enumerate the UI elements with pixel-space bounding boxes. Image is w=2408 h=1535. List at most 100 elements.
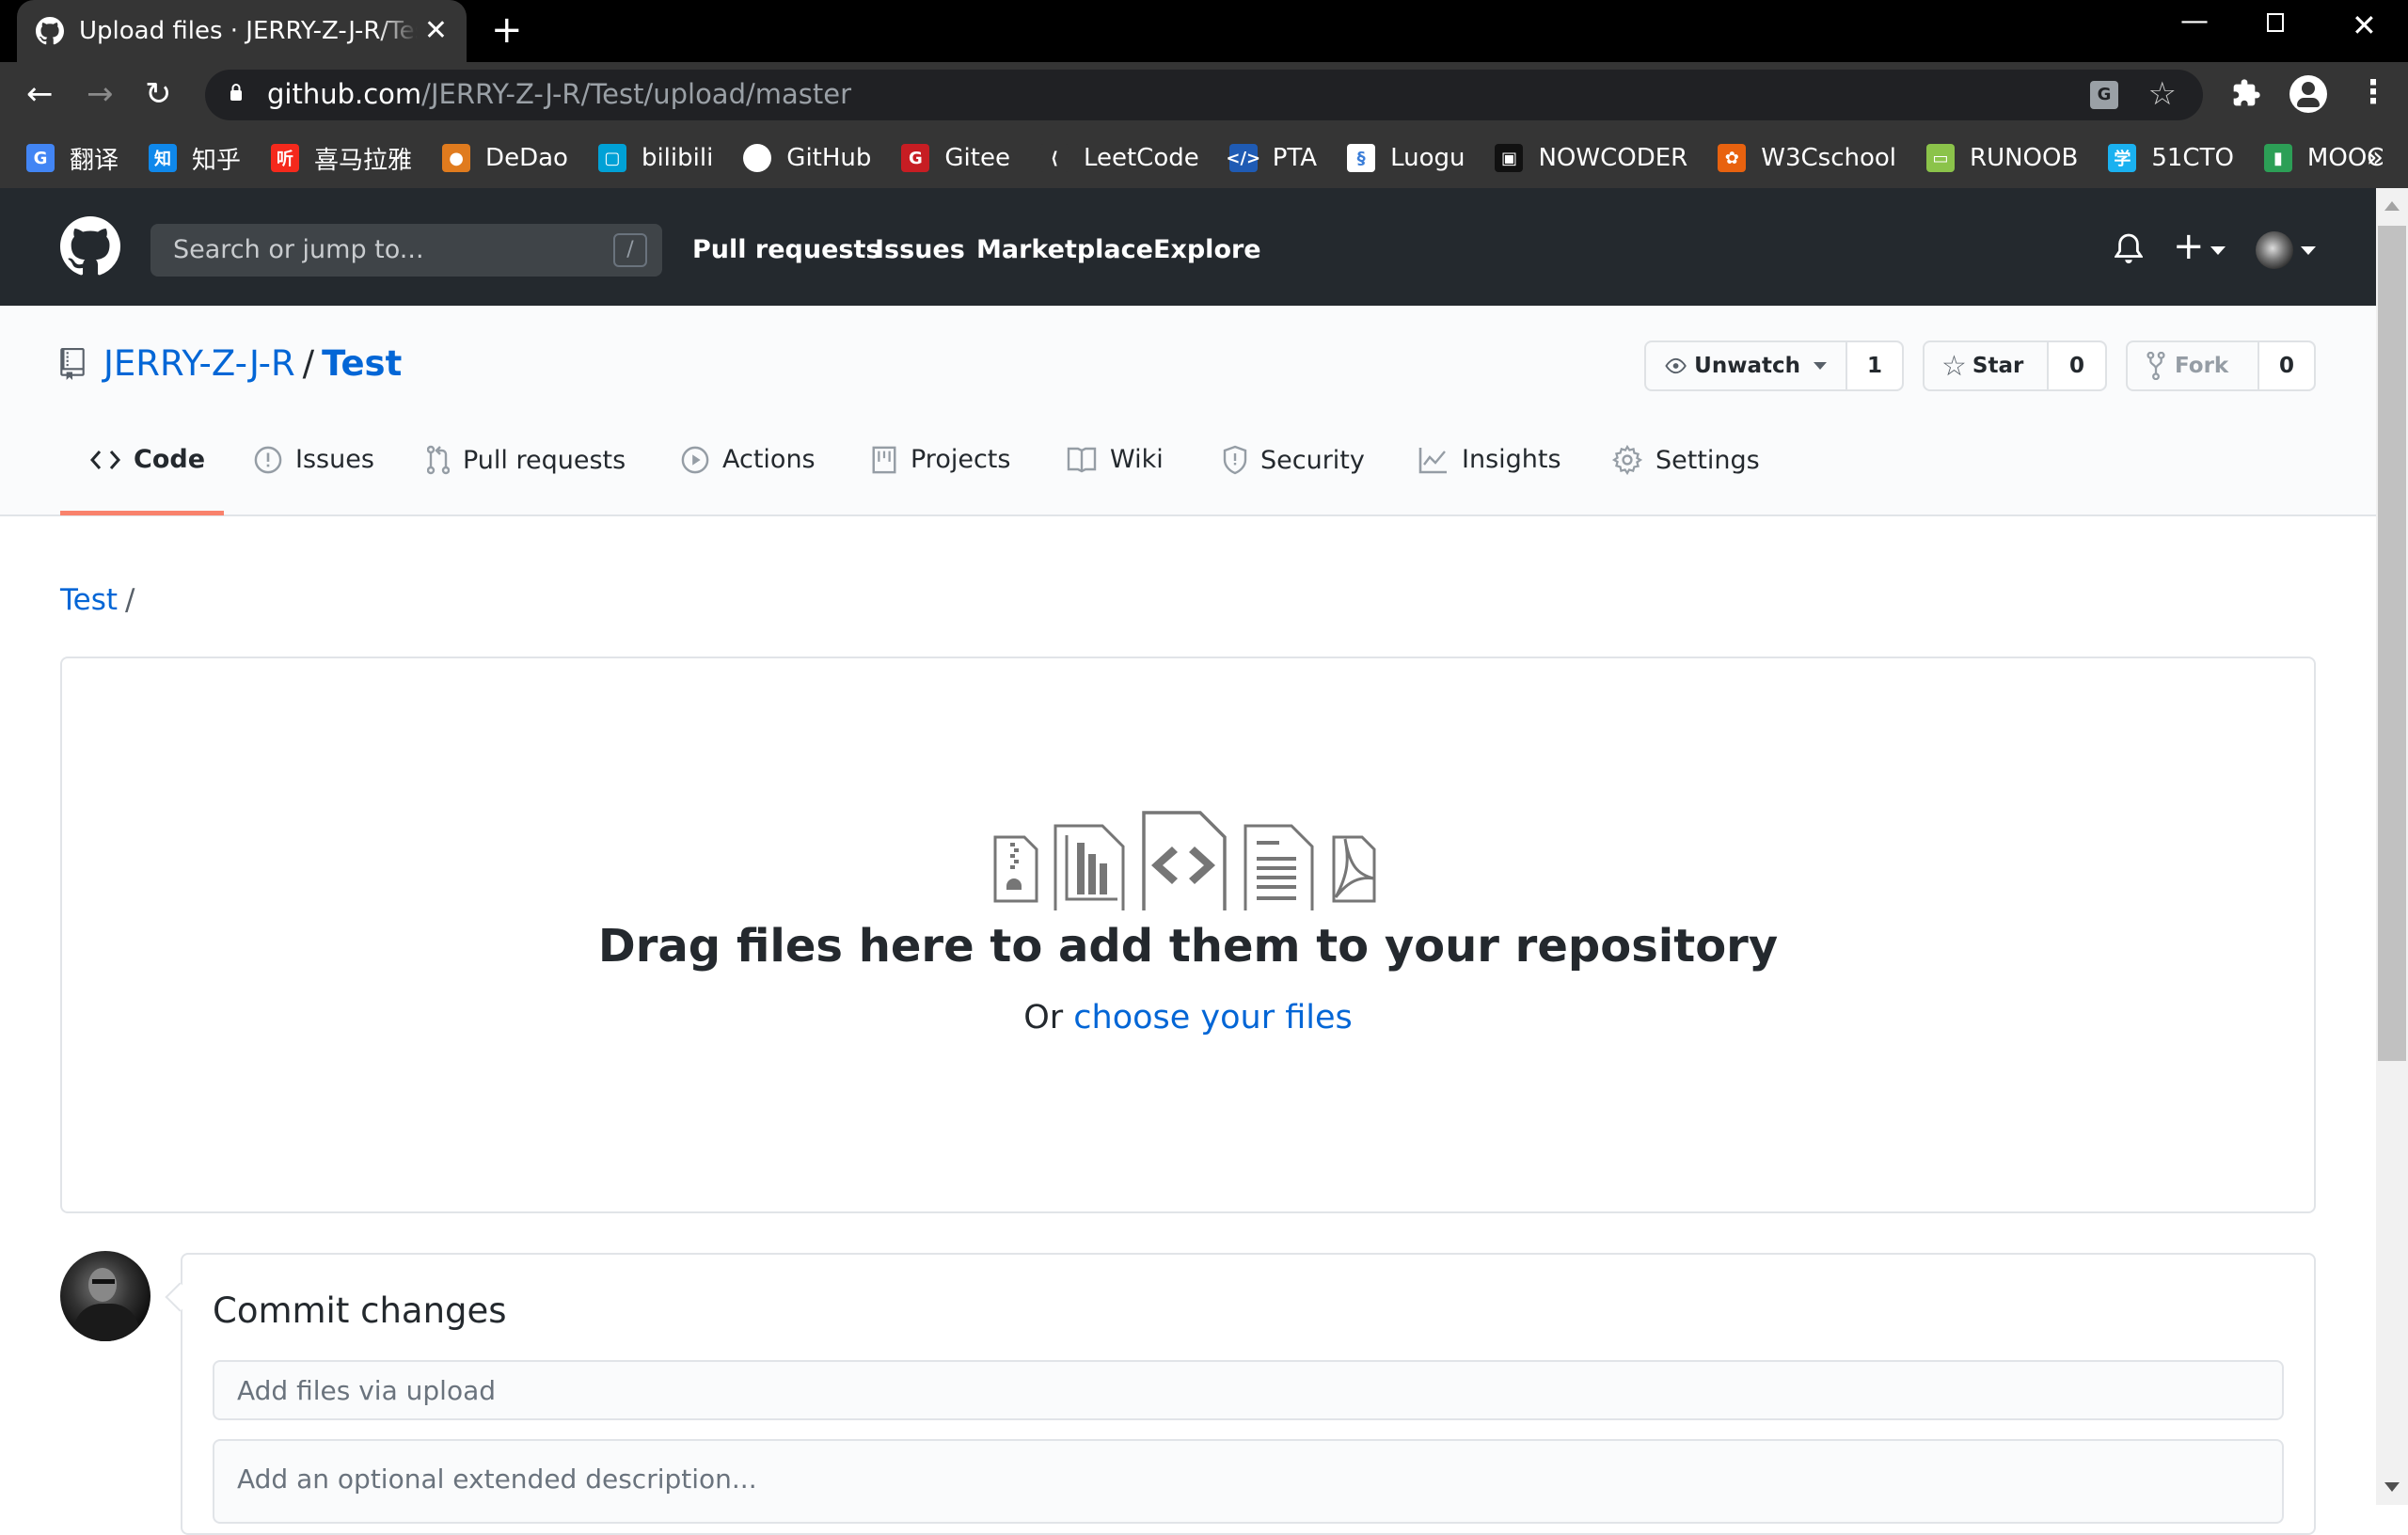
commit-description-input[interactable]: Add an optional extended description... [213, 1439, 2284, 1524]
tab-insights[interactable]: Insights [1418, 445, 1561, 474]
bookmark-label: PTA [1272, 144, 1318, 172]
bookmark-label: bilibili [641, 144, 714, 172]
bookmark-51cto[interactable]: 学 51CTO [2108, 144, 2234, 172]
nav-issues[interactable]: Issues [875, 235, 965, 264]
dedao-icon: ● [442, 144, 471, 172]
bookmark-pta[interactable]: </> PTA [1226, 144, 1318, 172]
search-shortcut-badge: / [613, 233, 647, 267]
user-dropdown-caret-icon[interactable] [2301, 246, 2316, 255]
code-icon [90, 450, 120, 469]
close-tab-icon[interactable]: ✕ [424, 14, 448, 48]
bookmark--[interactable]: 知知乎 [149, 141, 241, 176]
book-icon [1067, 447, 1097, 472]
bookmark-dedao[interactable]: ● DeDao [442, 144, 568, 172]
forks-count[interactable]: 0 [2258, 342, 2314, 389]
tab-projects-label: Projects [911, 445, 1011, 474]
repo-name-link[interactable]: Test [322, 343, 402, 384]
tab-issues[interactable]: Issues [254, 445, 374, 474]
play-icon [681, 446, 709, 473]
browser-tab[interactable]: Upload files · JERRY-Z-J-R/Test ✕ [17, 0, 467, 62]
tab-pull-requests[interactable]: Pull requests [427, 445, 626, 475]
bookmark-runoob[interactable]: ▭ RUNOOB [1926, 144, 2078, 172]
zip-file-icon [993, 835, 1038, 903]
tab-wiki[interactable]: Wiki [1067, 445, 1164, 474]
choose-files-link[interactable]: choose your files [1073, 999, 1353, 1037]
fork-button-group: Fork 0 [2126, 340, 2316, 391]
bookmark--[interactable]: G 翻译 [26, 141, 119, 176]
bilibili-icon: ▢ [597, 144, 626, 172]
bookmark-luogu[interactable]: § Luogu [1347, 144, 1465, 172]
tab-projects[interactable]: Projects [871, 445, 1010, 474]
bookmark-label: DeDao [485, 144, 568, 172]
fork-label: Fork [2175, 354, 2229, 378]
translate-icon[interactable]: G [2090, 81, 2118, 109]
nav-marketplace[interactable]: Marketplace [976, 235, 1153, 264]
bookmark-label: 51CTO [2151, 144, 2234, 172]
bookmark-nowcoder[interactable]: ▣ NOWCODER [1495, 144, 1687, 172]
user-avatar[interactable] [2256, 231, 2293, 269]
scroll-up-arrow-icon[interactable] [2384, 201, 2400, 211]
reload-icon[interactable]: ↻ [145, 75, 172, 113]
tab-actions[interactable]: Actions [681, 445, 816, 474]
zhihu-icon: 知 [149, 144, 178, 172]
bookmarks-bar: G 翻译知知乎听喜马拉雅 ● DeDao ▢ bilibili GitHub G Gitee ⟨ L… [0, 128, 2408, 188]
bookmark-github[interactable]: GitHub [743, 144, 871, 172]
bookmark--[interactable]: 听喜马拉雅 [271, 141, 412, 176]
scroll-down-arrow-icon[interactable] [2384, 1482, 2400, 1492]
bookmark-star-icon[interactable]: ☆ [2148, 75, 2177, 113]
unwatch-label: Unwatch [1694, 354, 1800, 378]
repo-owner-link[interactable]: JERRY-Z-J-R [103, 343, 295, 384]
minimize-icon[interactable]: — [2180, 8, 2209, 36]
forward-icon[interactable]: → [87, 75, 114, 113]
browser-tab-strip: Upload files · JERRY-Z-J-R/Test ✕ + — ✕ [0, 0, 2408, 62]
tab-code[interactable]: Code [90, 445, 205, 474]
address-bar[interactable]: github.com/JERRY-Z-J-R/Test/upload/maste… [205, 70, 2203, 120]
extensions-puzzle-icon[interactable] [2231, 77, 2261, 109]
watch-caret-icon [1814, 362, 1827, 370]
stargazers-count[interactable]: 0 [2047, 342, 2105, 389]
bookmarks-overflow-icon[interactable]: » [2367, 141, 2384, 174]
nav-pull-requests[interactable]: Pull requests [692, 235, 880, 264]
bookmark-label: NOWCODER [1538, 144, 1688, 172]
unwatch-button[interactable]: Unwatch [1646, 342, 1846, 389]
github-search-input[interactable]: Search or jump to... / [150, 224, 662, 277]
watchers-count[interactable]: 1 [1846, 342, 1902, 389]
pdf-file-icon [1332, 835, 1376, 903]
tab-settings-label: Settings [1656, 445, 1760, 475]
breadcrumb: Test / [60, 583, 135, 617]
window-close-icon[interactable]: ✕ [2352, 10, 2377, 40]
create-dropdown-caret-icon[interactable] [2210, 246, 2226, 255]
scrollbar-thumb[interactable] [2378, 226, 2406, 1061]
watch-button-group: Unwatch 1 [1644, 340, 1904, 391]
issue-icon [254, 446, 282, 473]
github-logo-icon[interactable] [60, 216, 120, 277]
luogu-icon: § [1347, 144, 1376, 172]
new-tab-button[interactable]: + [491, 11, 523, 49]
search-placeholder: Search or jump to... [173, 235, 424, 264]
bookmark-leetcode[interactable]: ⟨ LeetCode [1039, 144, 1199, 172]
star-label: Star [1972, 354, 2024, 378]
chart-file-bars [1077, 843, 1107, 894]
51cto-icon: 学 [2108, 144, 2137, 172]
commit-summary-input[interactable]: Add files via upload [213, 1360, 2284, 1420]
bookmark-gitee[interactable]: G Gitee [901, 144, 1010, 172]
tab-actions-label: Actions [722, 445, 816, 474]
profile-icon[interactable] [2289, 75, 2327, 113]
nav-explore[interactable]: Explore [1153, 235, 1261, 264]
back-icon[interactable]: ← [26, 75, 54, 113]
graph-icon [1418, 447, 1447, 473]
restore-icon[interactable] [2267, 13, 2284, 32]
bookmark-label: Gitee [944, 144, 1010, 172]
star-button[interactable]: ☆ Star [1925, 342, 2047, 389]
tab-security[interactable]: Security [1223, 445, 1365, 475]
github-favicon-icon [36, 17, 64, 45]
breadcrumb-root-link[interactable]: Test [60, 583, 118, 617]
fork-button[interactable]: Fork [2128, 342, 2258, 389]
tab-wiki-label: Wiki [1110, 445, 1164, 474]
create-new-icon[interactable]: + [2173, 228, 2205, 265]
chrome-menu-icon[interactable]: ⋮ [2357, 73, 2389, 111]
tab-settings[interactable]: Settings [1612, 445, 1760, 475]
bookmark-w3cschool[interactable]: ✿ W3Cschool [1718, 144, 1896, 172]
notifications-bell-icon[interactable] [2115, 233, 2143, 265]
bookmark-bilibili[interactable]: ▢ bilibili [597, 144, 714, 172]
